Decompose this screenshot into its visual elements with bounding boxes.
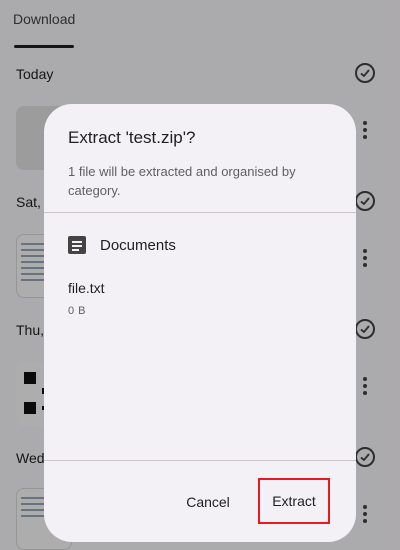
file-size: 0 B bbox=[68, 305, 87, 317]
dialog-description: 1 file will be extracted and organised b… bbox=[68, 164, 296, 198]
category-row: Documents bbox=[68, 234, 176, 256]
divider bbox=[44, 460, 356, 461]
divider bbox=[44, 212, 356, 213]
file-name: file.txt bbox=[68, 280, 105, 296]
cancel-button[interactable]: Cancel bbox=[175, 488, 241, 516]
extract-dialog: Extract 'test.zip'? 1 file will be extra… bbox=[44, 104, 356, 542]
dialog-title: Extract 'test.zip'? bbox=[68, 128, 196, 147]
extract-button[interactable]: Extract bbox=[258, 478, 330, 524]
category-label: Documents bbox=[100, 236, 176, 254]
document-icon bbox=[68, 236, 86, 254]
